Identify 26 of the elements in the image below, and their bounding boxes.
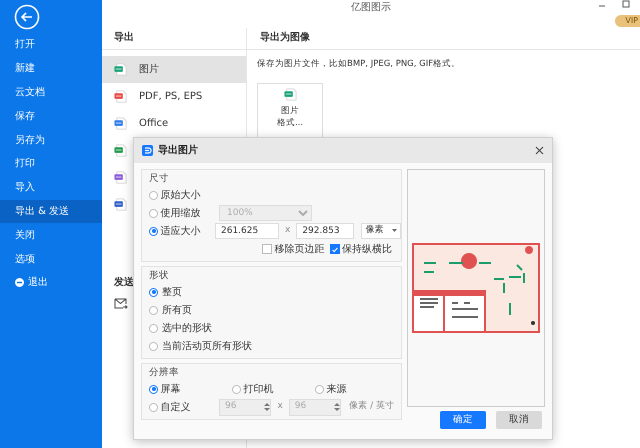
- unit-label: 像素 / 英寸: [349, 400, 394, 414]
- option-label: 屏幕: [160, 382, 180, 396]
- card-label: 图片 格式...: [276, 104, 304, 129]
- option-label: 选中的形状: [162, 322, 212, 336]
- option-label: 整页: [162, 286, 182, 300]
- option-label: 移除页边距: [274, 242, 324, 256]
- option-label: 原始大小: [160, 188, 200, 202]
- option-label: 所有页: [162, 304, 192, 318]
- group-title: 形状: [149, 269, 170, 283]
- vip-badge: VIP: [615, 15, 640, 27]
- section-heading: 导出为图像: [247, 28, 640, 50]
- option-label: 使用缩放: [160, 206, 200, 220]
- description-text: 保存为图片文件，比如BMP, JPEG, PNG, GIF格式。: [256, 58, 462, 71]
- option-label: 自定义: [160, 400, 190, 414]
- section-heading: 导出: [102, 28, 246, 50]
- group-title: 尺寸: [149, 172, 170, 186]
- option-label: 保持纵横比: [342, 242, 392, 256]
- option-label: 适应大小: [160, 224, 200, 238]
- dialog-title: 导出图片: [158, 144, 198, 158]
- group-title: 分辨率: [149, 366, 180, 380]
- times-label: x: [276, 400, 284, 414]
- times-label: x: [284, 224, 292, 238]
- window-title: 亿图图示: [351, 1, 391, 15]
- option-label: 打印机: [244, 382, 274, 396]
- option-label: 当前活动页所有形状: [162, 340, 252, 354]
- option-label: 来源: [326, 382, 346, 396]
